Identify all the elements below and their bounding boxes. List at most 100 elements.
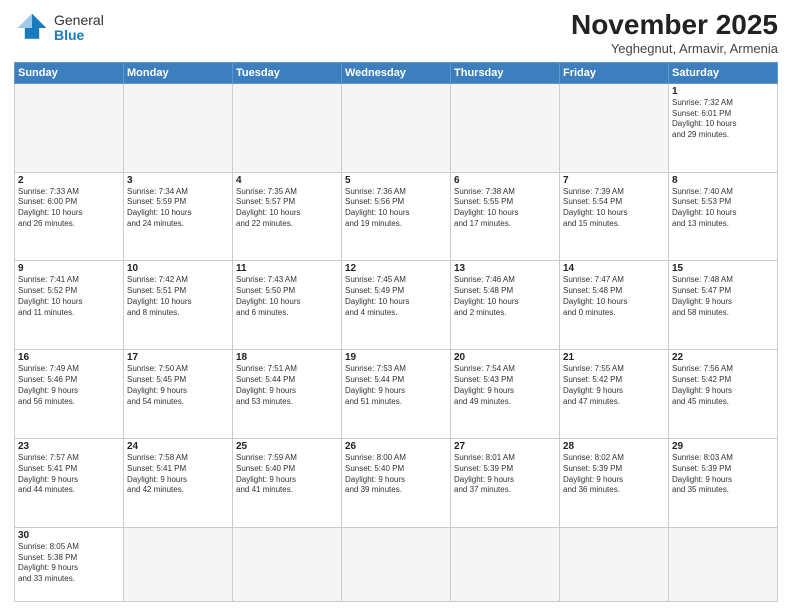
day-info: Sunrise: 7:36 AM Sunset: 5:56 PM Dayligh… — [345, 187, 447, 230]
day-number: 26 — [345, 441, 447, 452]
table-row: 4Sunrise: 7:35 AM Sunset: 5:57 PM Daylig… — [233, 172, 342, 261]
day-info: Sunrise: 7:50 AM Sunset: 5:45 PM Dayligh… — [127, 364, 229, 407]
day-info: Sunrise: 8:02 AM Sunset: 5:39 PM Dayligh… — [563, 453, 665, 496]
table-row: 7Sunrise: 7:39 AM Sunset: 5:54 PM Daylig… — [560, 172, 669, 261]
day-number: 14 — [563, 263, 665, 274]
table-row — [124, 83, 233, 172]
day-number: 3 — [127, 175, 229, 186]
table-row — [233, 527, 342, 601]
day-info: Sunrise: 7:33 AM Sunset: 6:00 PM Dayligh… — [18, 187, 120, 230]
day-number: 2 — [18, 175, 120, 186]
table-row: 9Sunrise: 7:41 AM Sunset: 5:52 PM Daylig… — [15, 261, 124, 350]
table-row: 21Sunrise: 7:55 AM Sunset: 5:42 PM Dayli… — [560, 350, 669, 439]
table-row — [342, 83, 451, 172]
day-info: Sunrise: 7:46 AM Sunset: 5:48 PM Dayligh… — [454, 275, 556, 318]
col-wednesday: Wednesday — [342, 62, 451, 83]
day-info: Sunrise: 7:45 AM Sunset: 5:49 PM Dayligh… — [345, 275, 447, 318]
day-info: Sunrise: 8:03 AM Sunset: 5:39 PM Dayligh… — [672, 453, 774, 496]
day-info: Sunrise: 7:39 AM Sunset: 5:54 PM Dayligh… — [563, 187, 665, 230]
table-row — [669, 527, 778, 601]
table-row: 8Sunrise: 7:40 AM Sunset: 5:53 PM Daylig… — [669, 172, 778, 261]
day-info: Sunrise: 7:38 AM Sunset: 5:55 PM Dayligh… — [454, 187, 556, 230]
day-number: 25 — [236, 441, 338, 452]
day-number: 9 — [18, 263, 120, 274]
day-number: 30 — [18, 530, 120, 541]
table-row — [342, 527, 451, 601]
table-row — [451, 527, 560, 601]
day-number: 6 — [454, 175, 556, 186]
day-number: 13 — [454, 263, 556, 274]
table-row — [560, 83, 669, 172]
day-info: Sunrise: 7:32 AM Sunset: 6:01 PM Dayligh… — [672, 98, 774, 141]
day-info: Sunrise: 7:41 AM Sunset: 5:52 PM Dayligh… — [18, 275, 120, 318]
weekday-header-row: Sunday Monday Tuesday Wednesday Thursday… — [15, 62, 778, 83]
table-row: 2Sunrise: 7:33 AM Sunset: 6:00 PM Daylig… — [15, 172, 124, 261]
day-info: Sunrise: 7:59 AM Sunset: 5:40 PM Dayligh… — [236, 453, 338, 496]
table-row: 29Sunrise: 8:03 AM Sunset: 5:39 PM Dayli… — [669, 438, 778, 527]
logo-text: General Blue — [54, 13, 104, 44]
day-info: Sunrise: 7:40 AM Sunset: 5:53 PM Dayligh… — [672, 187, 774, 230]
page: General Blue November 2025 Yeghegnut, Ar… — [0, 0, 792, 612]
table-row: 26Sunrise: 8:00 AM Sunset: 5:40 PM Dayli… — [342, 438, 451, 527]
day-info: Sunrise: 7:35 AM Sunset: 5:57 PM Dayligh… — [236, 187, 338, 230]
calendar-row: 30Sunrise: 8:05 AM Sunset: 5:38 PM Dayli… — [15, 527, 778, 601]
logo-icon — [14, 10, 50, 46]
day-info: Sunrise: 7:54 AM Sunset: 5:43 PM Dayligh… — [454, 364, 556, 407]
month-title: November 2025 — [571, 10, 778, 41]
table-row: 25Sunrise: 7:59 AM Sunset: 5:40 PM Dayli… — [233, 438, 342, 527]
day-number: 24 — [127, 441, 229, 452]
logo-general-text: General — [54, 13, 104, 28]
logo-blue-text: Blue — [54, 28, 104, 43]
table-row: 5Sunrise: 7:36 AM Sunset: 5:56 PM Daylig… — [342, 172, 451, 261]
logo: General Blue — [14, 10, 104, 46]
col-thursday: Thursday — [451, 62, 560, 83]
day-number: 11 — [236, 263, 338, 274]
table-row — [15, 83, 124, 172]
day-info: Sunrise: 7:34 AM Sunset: 5:59 PM Dayligh… — [127, 187, 229, 230]
table-row: 11Sunrise: 7:43 AM Sunset: 5:50 PM Dayli… — [233, 261, 342, 350]
table-row — [451, 83, 560, 172]
table-row: 3Sunrise: 7:34 AM Sunset: 5:59 PM Daylig… — [124, 172, 233, 261]
table-row — [233, 83, 342, 172]
day-info: Sunrise: 7:48 AM Sunset: 5:47 PM Dayligh… — [672, 275, 774, 318]
day-info: Sunrise: 7:49 AM Sunset: 5:46 PM Dayligh… — [18, 364, 120, 407]
col-tuesday: Tuesday — [233, 62, 342, 83]
table-row: 13Sunrise: 7:46 AM Sunset: 5:48 PM Dayli… — [451, 261, 560, 350]
table-row: 14Sunrise: 7:47 AM Sunset: 5:48 PM Dayli… — [560, 261, 669, 350]
day-number: 22 — [672, 352, 774, 363]
day-number: 10 — [127, 263, 229, 274]
day-number: 7 — [563, 175, 665, 186]
table-row: 12Sunrise: 7:45 AM Sunset: 5:49 PM Dayli… — [342, 261, 451, 350]
day-info: Sunrise: 7:47 AM Sunset: 5:48 PM Dayligh… — [563, 275, 665, 318]
day-number: 1 — [672, 86, 774, 97]
table-row: 22Sunrise: 7:56 AM Sunset: 5:42 PM Dayli… — [669, 350, 778, 439]
col-monday: Monday — [124, 62, 233, 83]
day-info: Sunrise: 8:00 AM Sunset: 5:40 PM Dayligh… — [345, 453, 447, 496]
table-row: 20Sunrise: 7:54 AM Sunset: 5:43 PM Dayli… — [451, 350, 560, 439]
day-number: 18 — [236, 352, 338, 363]
table-row: 15Sunrise: 7:48 AM Sunset: 5:47 PM Dayli… — [669, 261, 778, 350]
table-row: 19Sunrise: 7:53 AM Sunset: 5:44 PM Dayli… — [342, 350, 451, 439]
day-number: 5 — [345, 175, 447, 186]
day-info: Sunrise: 7:42 AM Sunset: 5:51 PM Dayligh… — [127, 275, 229, 318]
table-row: 27Sunrise: 8:01 AM Sunset: 5:39 PM Dayli… — [451, 438, 560, 527]
day-number: 20 — [454, 352, 556, 363]
table-row: 1Sunrise: 7:32 AM Sunset: 6:01 PM Daylig… — [669, 83, 778, 172]
day-number: 28 — [563, 441, 665, 452]
table-row: 18Sunrise: 7:51 AM Sunset: 5:44 PM Dayli… — [233, 350, 342, 439]
table-row: 16Sunrise: 7:49 AM Sunset: 5:46 PM Dayli… — [15, 350, 124, 439]
calendar-row: 16Sunrise: 7:49 AM Sunset: 5:46 PM Dayli… — [15, 350, 778, 439]
day-info: Sunrise: 7:55 AM Sunset: 5:42 PM Dayligh… — [563, 364, 665, 407]
table-row: 30Sunrise: 8:05 AM Sunset: 5:38 PM Dayli… — [15, 527, 124, 601]
day-info: Sunrise: 8:01 AM Sunset: 5:39 PM Dayligh… — [454, 453, 556, 496]
day-info: Sunrise: 7:53 AM Sunset: 5:44 PM Dayligh… — [345, 364, 447, 407]
header: General Blue November 2025 Yeghegnut, Ar… — [14, 10, 778, 56]
table-row — [560, 527, 669, 601]
day-info: Sunrise: 7:43 AM Sunset: 5:50 PM Dayligh… — [236, 275, 338, 318]
table-row — [124, 527, 233, 601]
day-info: Sunrise: 7:57 AM Sunset: 5:41 PM Dayligh… — [18, 453, 120, 496]
table-row: 17Sunrise: 7:50 AM Sunset: 5:45 PM Dayli… — [124, 350, 233, 439]
day-number: 8 — [672, 175, 774, 186]
title-block: November 2025 Yeghegnut, Armavir, Armeni… — [571, 10, 778, 56]
location: Yeghegnut, Armavir, Armenia — [571, 41, 778, 56]
